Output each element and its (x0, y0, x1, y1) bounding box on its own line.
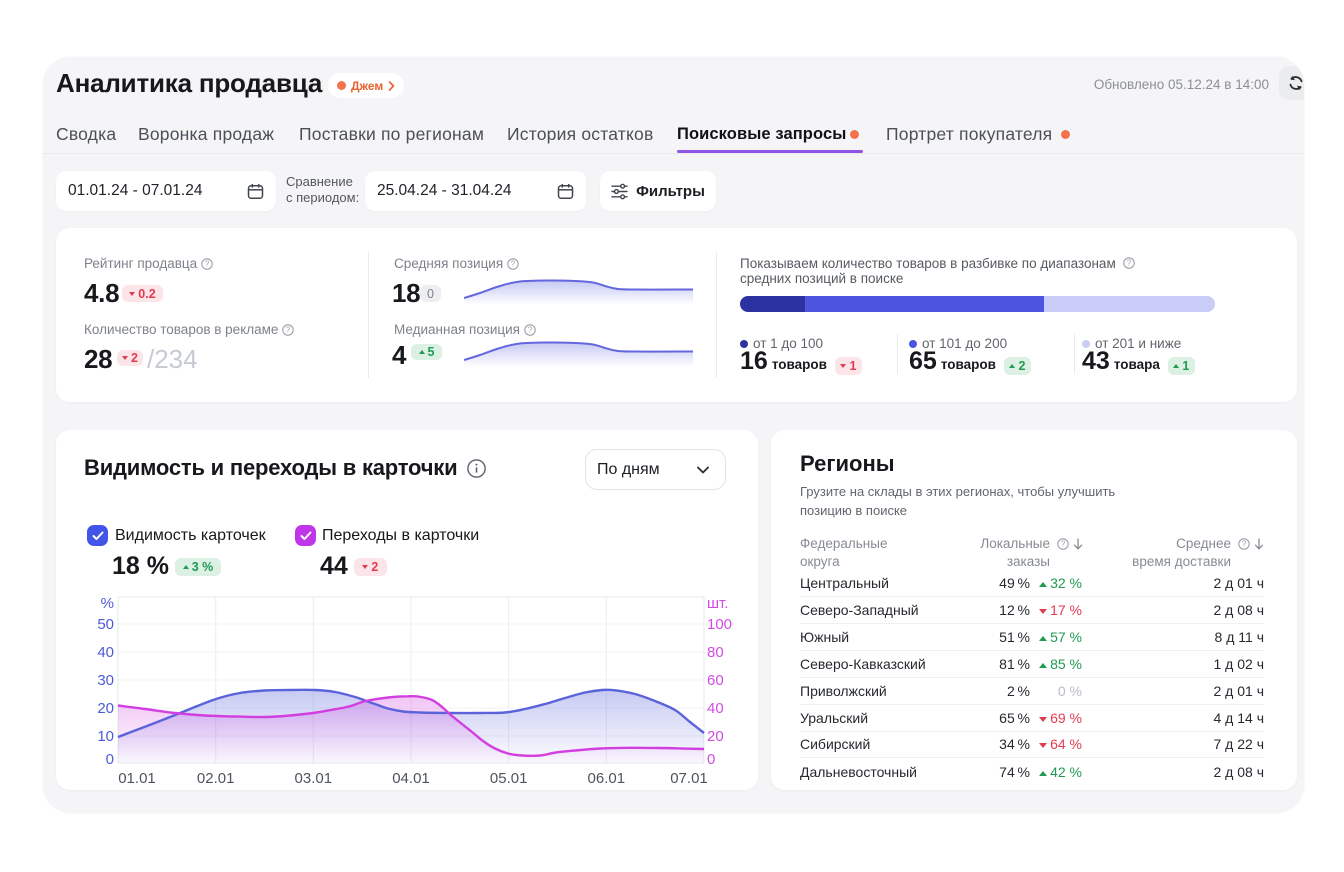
svg-text:?: ? (286, 326, 291, 335)
svg-text:?: ? (1061, 539, 1066, 548)
svg-text:?: ? (205, 260, 210, 269)
svg-text:?: ? (511, 260, 516, 269)
svg-text:?: ? (528, 326, 533, 335)
svg-text:?: ? (1127, 259, 1132, 268)
svg-text:?: ? (1242, 539, 1247, 548)
